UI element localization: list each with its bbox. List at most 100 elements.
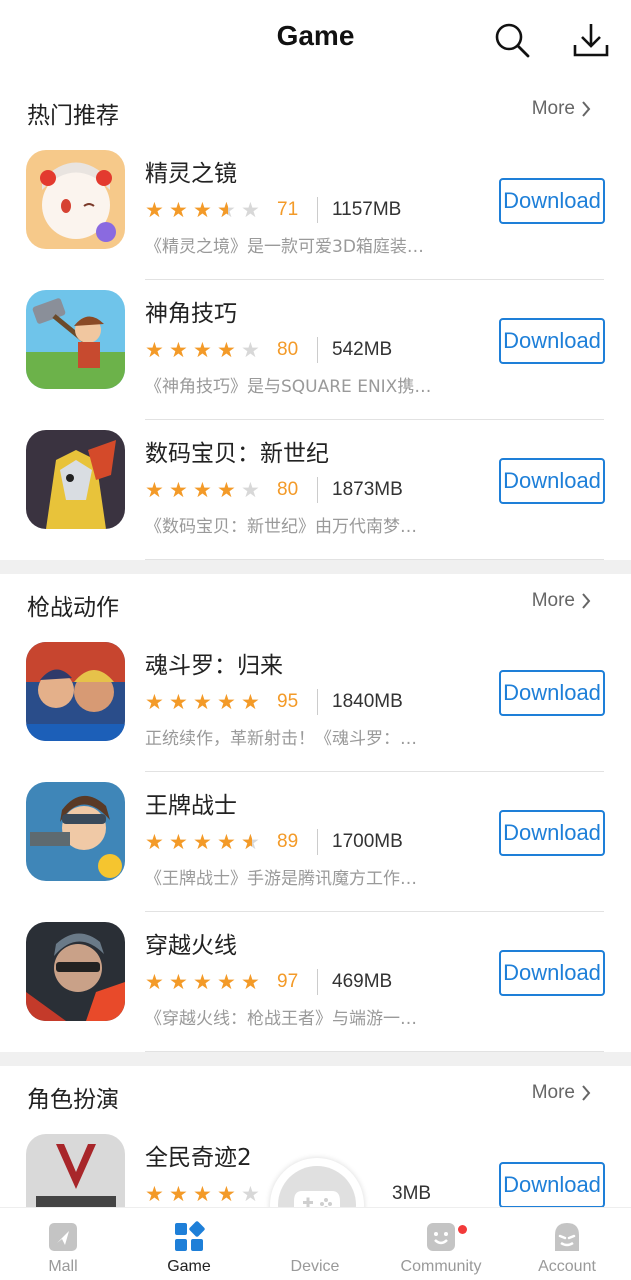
account-icon: [555, 1223, 579, 1251]
crossfire-icon[interactable]: [26, 922, 125, 1021]
star-empty-icon: ★: [241, 477, 260, 502]
app-size: 1700MB: [332, 831, 403, 852]
section-header: 枪战动作 More: [0, 574, 631, 632]
divider: [317, 969, 318, 995]
app-row[interactable]: 数码宝贝：新世纪 ★ ★ ★ ★ ★ 80 1873MB 《数码宝贝：新世纪》由万代南梦…: [0, 420, 631, 560]
download-button[interactable]: Download: [499, 810, 605, 856]
bottom-tab-bar: Mall Game Device Community Account: [0, 1207, 631, 1280]
page-title: Game: [276, 20, 355, 51]
star-icon: ★: [193, 829, 212, 854]
mall-icon: [49, 1223, 77, 1251]
rating-line: ★ ★ ★ ★ ★ 95 1840MB: [145, 688, 403, 716]
app-name: 精灵之镜: [145, 161, 237, 187]
app-score: 95: [277, 691, 299, 712]
rating-line: ★ ★ ★ ★ ★ 97 469MB: [145, 968, 392, 996]
app-row[interactable]: 神角技巧 ★ ★ ★ ★ ★ 80 542MB 《神角技巧》是与SQUARE ENIX携…: [0, 280, 631, 420]
star-rating: ★ ★ ★ ★ ★: [145, 829, 263, 854]
game-feed[interactable]: 热门推荐 More 精灵之镜 ★ ★ ★ ★ ★ ★ 71 1157MB 《精灵…: [0, 82, 631, 1207]
download-button[interactable]: Download: [499, 1162, 605, 1207]
star-icon: ★: [217, 829, 236, 854]
app-name: 神角技巧: [145, 301, 237, 327]
app-row[interactable]: 王牌战士 ★★★★★ 89 1700MB 《王牌战士》手游是腾讯魔方工作… Do…: [0, 772, 631, 912]
star-icon: ★: [169, 477, 188, 502]
star-icon: ★: [241, 689, 260, 714]
star-icon: ★: [169, 197, 188, 222]
app-description: 《神角技巧》是与SQUARE ENIX携…: [145, 377, 432, 397]
app-score: 71: [277, 199, 299, 220]
more-link[interactable]: More: [532, 98, 591, 120]
divider: [317, 337, 318, 363]
miracle-icon[interactable]: [26, 1134, 125, 1207]
app-description: 《精灵之境》是一款可爱3D箱庭装…: [145, 237, 424, 257]
app-size: 469MB: [332, 971, 393, 992]
app-description: 正统续作，革新射击！《魂斗罗：…: [145, 729, 417, 749]
star-empty-icon: ★: [241, 1181, 260, 1206]
search-button[interactable]: [490, 18, 534, 62]
section-header: 角色扮演 More: [0, 1066, 631, 1124]
star-icon: ★: [145, 337, 164, 362]
star-icon: ★: [145, 477, 164, 502]
divider: [317, 829, 318, 855]
tab-account[interactable]: Account: [504, 1208, 630, 1280]
tab-label: Account: [538, 1258, 596, 1275]
rating-line: ★ ★ ★ ★ ★ 80 542MB: [145, 336, 392, 364]
star-icon: ★: [193, 197, 212, 222]
notification-dot: [458, 1225, 467, 1234]
star-icon: ★: [145, 969, 164, 994]
rating-line: ★★★★★ 89 1700MB: [145, 828, 403, 856]
download-button[interactable]: Download: [499, 670, 605, 716]
star-rating: ★ ★ ★ ★ ★: [145, 197, 263, 222]
section-gap: [0, 1052, 631, 1066]
section-title: 角色扮演: [27, 1087, 119, 1113]
download-icon: [573, 24, 609, 57]
app-description: 《王牌战士》手游是腾讯魔方工作…: [145, 869, 417, 889]
ace-soldier-icon[interactable]: [26, 782, 125, 881]
search-icon: [495, 23, 530, 58]
star-icon: ★: [145, 197, 164, 222]
app-score: 80: [277, 479, 299, 500]
app-size: 1157MB: [332, 199, 402, 220]
more-link[interactable]: More: [532, 1082, 591, 1104]
download-button[interactable]: Download: [499, 458, 605, 504]
chevron-right-icon: [582, 593, 591, 609]
more-link[interactable]: More: [532, 590, 591, 612]
star-icon: ★: [217, 337, 236, 362]
star-icon: ★: [217, 1181, 236, 1206]
section-shooter: 枪战动作 More 魂斗罗：归来 ★ ★ ★ ★ ★ 95 1840MB 正统续…: [0, 574, 631, 1052]
star-icon: ★: [145, 829, 164, 854]
star-rating: ★ ★ ★ ★ ★: [145, 337, 263, 362]
contra-icon[interactable]: [26, 642, 125, 741]
top-bar: Game: [0, 0, 631, 82]
divider: [317, 689, 318, 715]
anime-girl-icon[interactable]: [26, 150, 125, 249]
download-button[interactable]: Download: [499, 178, 605, 224]
chevron-right-icon: [582, 1085, 591, 1101]
section-hot: 热门推荐 More 精灵之镜 ★ ★ ★ ★ ★ ★ 71 1157MB 《精灵…: [0, 82, 631, 560]
app-row[interactable]: 魂斗罗：归来 ★ ★ ★ ★ ★ 95 1840MB 正统续作，革新射击！《魂斗罗：… …: [0, 632, 631, 772]
download-button[interactable]: Download: [499, 950, 605, 996]
star-icon: ★: [169, 969, 188, 994]
tab-community[interactable]: Community: [378, 1208, 504, 1280]
tab-label: Community: [400, 1258, 482, 1275]
more-label: More: [531, 590, 575, 611]
star-icon: ★: [193, 337, 212, 362]
game-grid-icon: [175, 1221, 205, 1251]
tab-mall[interactable]: Mall: [0, 1208, 126, 1280]
app-row[interactable]: 精灵之镜 ★★★★★ 71 1157MB 《精灵之境》是一款可爱3D箱庭装… D…: [0, 140, 631, 280]
tab-device[interactable]: Device: [252, 1208, 378, 1280]
app-row[interactable]: 穿越火线 ★ ★ ★ ★ ★ 97 469MB 《穿越火线：枪战王者》与端游一… Dow…: [0, 912, 631, 1052]
tab-game[interactable]: Game: [126, 1208, 252, 1280]
star-icon: ★: [193, 689, 212, 714]
app-name: 全民奇迹2: [145, 1145, 252, 1171]
section-gap: [0, 560, 631, 574]
row-divider: [145, 1051, 604, 1052]
digimon-icon[interactable]: [26, 430, 125, 529]
hammer-hero-icon[interactable]: [26, 290, 125, 389]
app-size: 3MB: [392, 1183, 432, 1204]
tab-label: Mall: [48, 1258, 78, 1275]
app-name: 数码宝贝：新世纪: [145, 441, 329, 467]
more-label: More: [531, 98, 575, 119]
downloads-button[interactable]: [569, 18, 613, 62]
download-button[interactable]: Download: [499, 318, 605, 364]
app-score: 80: [277, 339, 299, 360]
